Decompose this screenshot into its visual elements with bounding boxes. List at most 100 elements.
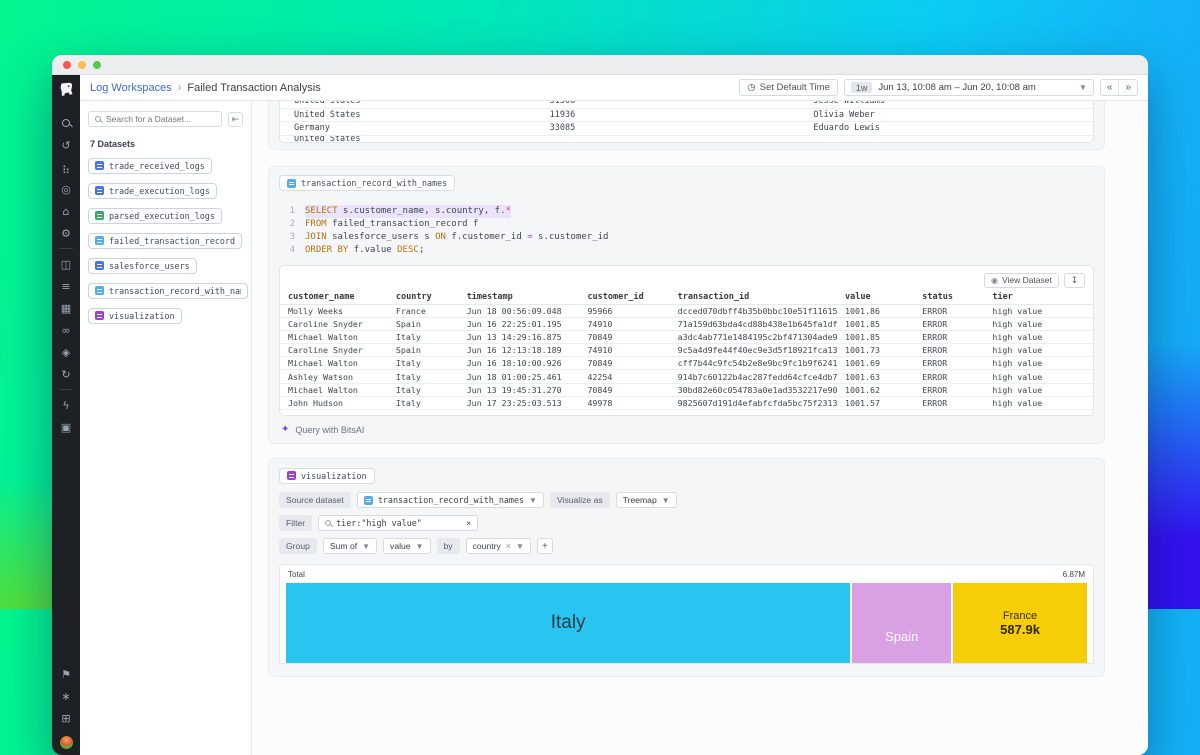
serverless-icon[interactable]: ϟ [62,400,69,411]
table-row[interactable]: Molly WeeksFranceJun 18 00:56:09.0489596… [280,305,1093,318]
chevron-down-icon: ▼ [362,542,370,551]
infrastructure-icon[interactable]: ⌂ [63,206,70,217]
dataset-chip-salesforce_users[interactable]: salesforce_users [88,258,197,274]
settings-icon[interactable]: ▣ [61,422,71,433]
table-row[interactable]: United States [280,136,1093,142]
line-number: 1 [279,205,305,218]
table-cell: Michael Walton [288,332,396,342]
treemap-block-italy[interactable]: Italy [286,583,850,663]
measure-dropdown[interactable]: value ▼ [383,538,430,554]
dataset-name: trade_received_logs [109,161,205,171]
sql-text: JOIN salesforce_users s ON f.customer_id… [305,231,608,244]
pin-icon[interactable]: ∗ [61,691,70,702]
table-row[interactable]: Michael WaltonItalyJun 16 18:10:00.92670… [280,357,1093,370]
dataset-icon [95,236,104,245]
column-header-country[interactable]: country [396,292,467,302]
table-row[interactable]: Germany33085Eduardo Lewis [280,122,1093,136]
column-header-status[interactable]: status [922,292,992,302]
logs-icon[interactable]: ≡ [61,281,70,292]
synthetics-icon[interactable]: ↻ [61,369,70,380]
pipelines-icon[interactable]: ◫ [61,259,71,270]
time-range-dropdown[interactable]: 1w Jun 13, 10:08 am – Jun 20, 10:08 am ▼ [844,79,1094,96]
metrics-icon[interactable]: ⣦ [62,162,70,173]
visualize-as-dropdown[interactable]: Treemap ▼ [616,492,677,508]
clear-filter-icon[interactable]: × [466,518,471,528]
table-cell: 1001.62 [845,385,922,395]
treemap-block-france[interactable]: France587.9k [953,583,1087,663]
time-shift-back-button[interactable]: « [1101,80,1119,95]
apm-icon[interactable]: ◎ [61,184,71,195]
table-row[interactable]: United States51506Jesse Williams [280,101,1093,109]
column-header-value[interactable]: value [845,292,922,302]
table-row[interactable]: Ashley WatsonItalyJun 18 01:00:25.461422… [280,370,1093,383]
history-icon[interactable]: ↺ [61,140,70,151]
line-number: 2 [279,218,305,231]
group-by-dropdown[interactable]: country × ▼ [466,538,531,554]
source-dataset-label: Source dataset [279,492,351,508]
table-cell: Jun 16 12:13:18.189 [467,345,588,355]
table-row[interactable]: United States11936Olivia Weber [280,109,1093,123]
dataset-list: trade_received_logs trade_execution_logsp… [88,157,243,325]
user-avatar[interactable] [60,736,73,749]
treemap-block-spain[interactable]: Spain [852,583,951,663]
table-cell: Michael Walton [288,385,396,395]
flag-icon[interactable]: ⚑ [61,669,71,680]
table-cell: high value [992,372,1093,382]
table-row[interactable]: John HudsonItalyJun 17 23:25:03.51349978… [280,397,1093,410]
column-header-tier[interactable]: tier [992,292,1093,302]
dataset-chip-failed_transaction_record[interactable]: failed_transaction_record [88,233,242,249]
table-row[interactable]: Michael WaltonItalyJun 13 19:45:31.27070… [280,384,1093,397]
column-header-timestamp[interactable]: timestamp [467,292,588,302]
dataset-list-item: trade_received_logs [88,157,243,175]
column-header-customer_id[interactable]: customer_id [587,292,677,302]
sql-editor[interactable]: 1SELECT s.customer_name, s.country, f.*2… [279,201,1094,261]
table-row[interactable]: Caroline SnyderSpainJun 16 12:13:18.1897… [280,344,1093,357]
window-titlebar[interactable] [52,55,1148,75]
download-button[interactable]: ↧ [1064,273,1085,288]
set-default-time-button[interactable]: ◷ Set Default Time [739,79,838,96]
treemap-block-label: France [1003,610,1037,622]
dataset-chip-transaction_record_with_names[interactable]: transaction_record_with_names [88,283,248,299]
help-icon[interactable]: ⊞ [61,713,70,724]
dataset-chip-trade_execution_logs[interactable]: trade_execution_logs [88,183,217,199]
search-icon[interactable] [62,118,70,129]
dataset-search-box[interactable] [88,111,222,127]
dataset-chip-visualization[interactable]: visualization [88,308,182,324]
time-range-badge: 1w [851,82,873,93]
integrations-icon[interactable]: ∞ [61,325,70,336]
dashboards-icon[interactable]: ▦ [61,303,71,314]
results-table-header: customer_namecountrytimestampcustomer_id… [280,291,1093,305]
collapse-panel-icon: ⇤ [232,114,240,125]
table-row[interactable]: Caroline SnyderSpainJun 16 22:25:01.1957… [280,318,1093,331]
close-window-button[interactable] [63,61,71,69]
view-dataset-button[interactable]: ◉ View Dataset [984,273,1059,288]
visualization-cell-tag[interactable]: visualization [279,468,375,484]
collapse-panel-button[interactable]: ⇤ [228,112,243,127]
filter-input[interactable] [336,518,461,528]
time-shift-forward-button[interactable]: » [1118,80,1137,95]
table-cell: high value [992,385,1093,395]
filter-box[interactable]: × [318,515,478,531]
maximize-window-button[interactable] [93,61,101,69]
column-header-transaction_id[interactable]: transaction_id [678,292,845,302]
add-group-by-button[interactable]: + [537,538,553,554]
table-cell: Italy [396,385,467,395]
dataset-chip-trade_received_logs[interactable]: trade_received_logs [88,158,212,174]
table-cell: Caroline Snyder [288,319,396,329]
breadcrumb-workspaces-link[interactable]: Log Workspaces [90,82,172,94]
security-icon[interactable]: ◈ [62,347,70,358]
table-cell: 70849 [587,358,677,368]
minimize-window-button[interactable] [78,61,86,69]
bitsai-prompt[interactable]: ✦ Query with BitsAI [279,424,1094,435]
aggregation-dropdown[interactable]: Sum of ▼ [323,538,377,554]
sql-token: * [506,206,511,216]
dataset-search-input[interactable] [106,114,215,124]
monitors-icon[interactable]: ⚙ [61,228,71,239]
column-header-customer_name[interactable]: customer_name [288,292,396,302]
query-cell-dataset-tag[interactable]: transaction_record_with_names [279,175,455,191]
remove-group-by-icon[interactable]: × [506,541,511,551]
source-dataset-dropdown[interactable]: transaction_record_with_names ▼ [357,492,544,508]
table-row[interactable]: Michael WaltonItalyJun 13 14:29:16.87570… [280,331,1093,344]
datadog-logo[interactable] [58,81,75,98]
dataset-chip-parsed_execution_logs[interactable]: parsed_execution_logs [88,208,222,224]
